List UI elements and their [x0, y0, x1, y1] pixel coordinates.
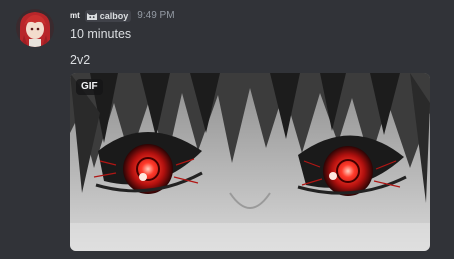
message-line: 2v2	[70, 53, 91, 67]
anime-eyes-image	[70, 73, 430, 251]
cat-icon	[86, 12, 97, 20]
author-name[interactable]: mt	[70, 11, 80, 20]
message-line: 10 minutes	[70, 27, 132, 41]
gif-attachment[interactable]: GIF	[70, 73, 430, 251]
message-timestamp: 9:49 PM	[137, 10, 175, 21]
user-tag[interactable]: calboy	[84, 9, 132, 22]
user-avatar[interactable]	[16, 9, 54, 47]
avatar-image	[16, 9, 54, 47]
message-header: mt calboy 9:49 PM	[70, 8, 175, 23]
tag-label: calboy	[99, 10, 129, 21]
chat-message: mt calboy 9:49 PM 10 minutes 2v2 GIF	[0, 0, 454, 259]
gif-badge: GIF	[76, 79, 103, 95]
